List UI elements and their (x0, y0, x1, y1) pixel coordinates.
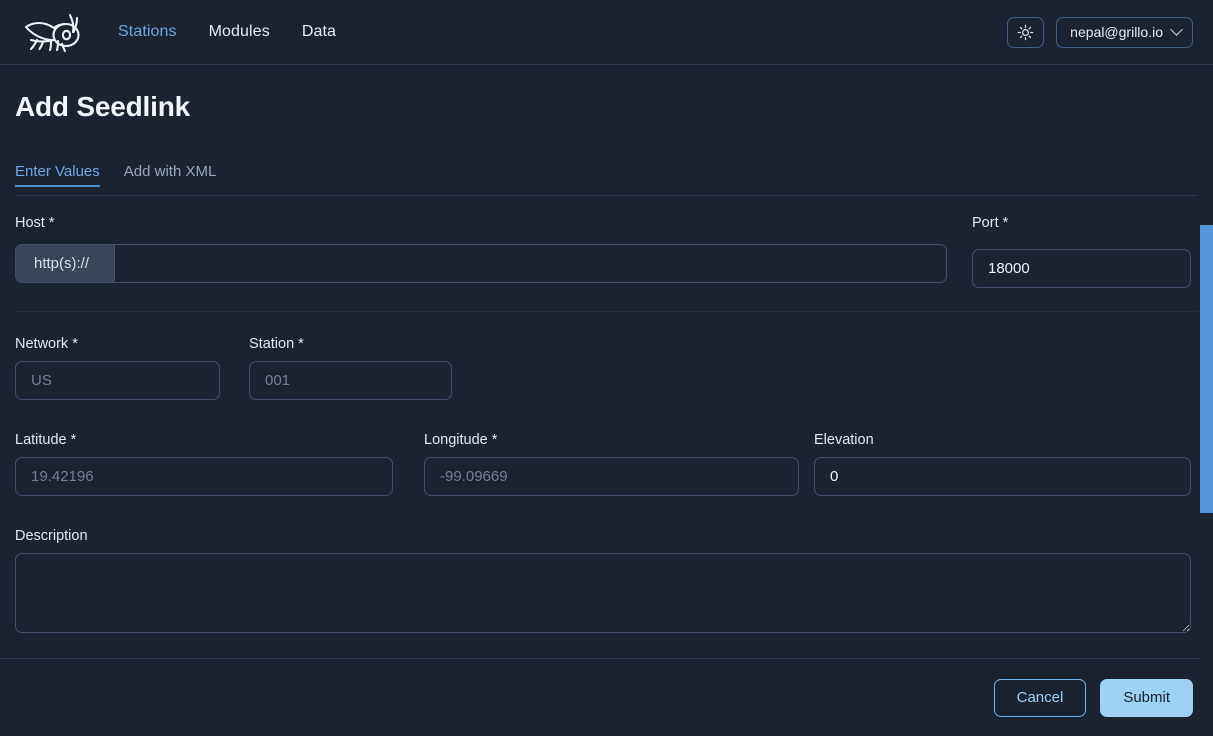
network-input[interactable] (15, 361, 220, 400)
cancel-button[interactable]: Cancel (993, 678, 1087, 717)
description-label: Description (15, 528, 88, 544)
latitude-input[interactable] (15, 457, 393, 496)
longitude-label: Longitude * (424, 432, 498, 448)
page-scrollbar-thumb[interactable] (1200, 225, 1213, 513)
station-label: Station * (249, 336, 304, 352)
nav-link-data[interactable]: Data (302, 23, 336, 41)
port-field-block: Port * (972, 215, 1191, 288)
latitude-label: Latitude * (15, 432, 77, 448)
host-input-group: http(s):// (15, 244, 947, 283)
nav-link-stations[interactable]: Stations (118, 23, 177, 41)
tabs-divider (15, 195, 1198, 196)
longitude-input[interactable] (424, 457, 799, 496)
submit-button[interactable]: Submit (1100, 678, 1193, 717)
latitude-field-block: Latitude * (15, 432, 393, 496)
form-footer: Cancel Submit (0, 658, 1213, 736)
description-row: Description (15, 528, 1198, 633)
cricket-logo-icon[interactable] (12, 6, 94, 58)
longitude-field-block: Longitude * (424, 432, 799, 496)
host-protocol-addon: http(s):// (16, 245, 115, 282)
elevation-field-block: Elevation (814, 432, 1191, 496)
user-email-label: nepal@grillo.io (1070, 24, 1163, 40)
port-input[interactable] (972, 249, 1191, 288)
form-mode-tabs: Enter Values Add with XML (15, 163, 1198, 187)
elevation-input[interactable] (814, 457, 1191, 496)
tab-enter-values[interactable]: Enter Values (15, 163, 100, 187)
network-field-block: Network * (15, 336, 220, 400)
page-content: Add Seedlink Enter Values Add with XML H… (0, 65, 1213, 658)
sun-icon (1017, 24, 1034, 40)
top-navigation-bar: Stations Modules Data nepal@grillo.io (0, 0, 1213, 65)
station-field-block: Station * (249, 336, 452, 400)
description-textarea[interactable] (15, 553, 1191, 633)
page-scrollbar-track[interactable] (1200, 65, 1213, 736)
section-divider-1 (15, 311, 1198, 312)
elevation-label: Elevation (814, 432, 874, 448)
chevron-down-icon (1170, 22, 1183, 36)
host-input[interactable] (115, 245, 946, 282)
theme-toggle-button[interactable] (1007, 16, 1045, 48)
nav-link-modules[interactable]: Modules (209, 23, 270, 41)
port-label: Port * (972, 215, 1009, 231)
station-input[interactable] (249, 361, 452, 400)
user-account-menu[interactable]: nepal@grillo.io (1056, 16, 1193, 48)
network-label: Network * (15, 336, 78, 352)
page-title: Add Seedlink (15, 91, 190, 122)
app-window: Stations Modules Data nepal@grillo.io Ad… (0, 0, 1213, 736)
tab-add-with-xml[interactable]: Add with XML (124, 163, 217, 187)
main-nav: Stations Modules Data (118, 23, 336, 41)
header-actions: nepal@grillo.io (1007, 16, 1193, 48)
host-port-row: Host * http(s):// Port * (15, 215, 1198, 305)
